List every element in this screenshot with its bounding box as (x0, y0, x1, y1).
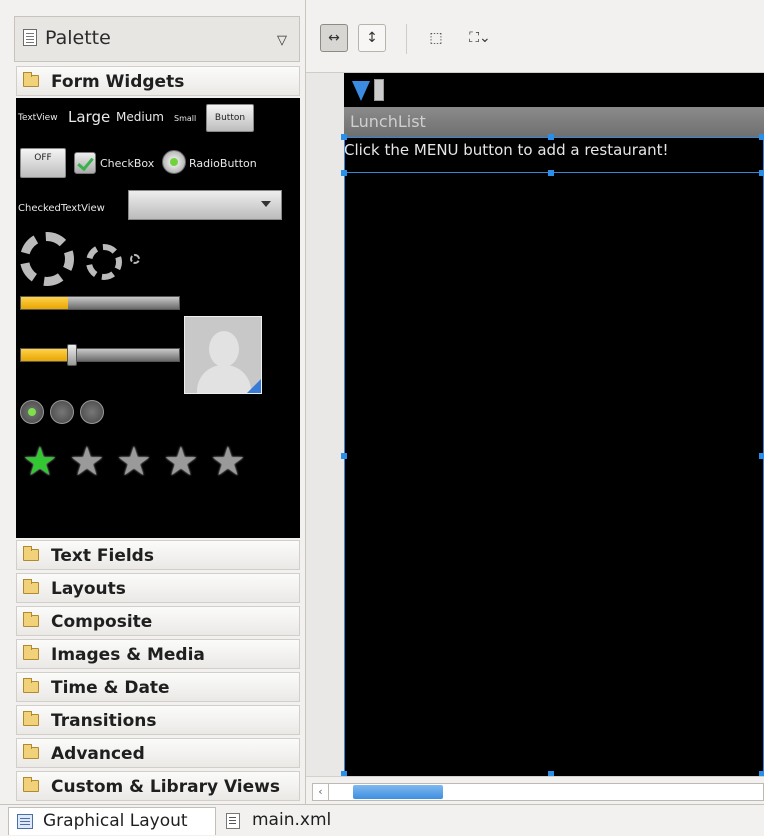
progress-large-icon (20, 232, 74, 286)
widget-spinner[interactable] (128, 190, 282, 220)
resize-handle[interactable] (548, 134, 554, 140)
form-widgets-preview: TextView Large Medium Small Button OFF C… (16, 98, 300, 538)
folder-icon (23, 711, 39, 726)
toolbar-separator (406, 24, 407, 54)
tab-graphical-layout[interactable]: Graphical Layout (8, 807, 216, 835)
tab-main-xml[interactable]: main.xml (218, 807, 348, 835)
widget-checked-textview[interactable]: CheckedTextView (18, 203, 105, 214)
layout-icon (17, 814, 33, 829)
resize-handle[interactable] (341, 134, 347, 140)
status-bar (344, 73, 764, 107)
widget-checkbox-label[interactable]: CheckBox (100, 157, 154, 170)
widget-medium-text[interactable]: Medium (116, 110, 164, 124)
category-label: Layouts (51, 579, 126, 599)
widget-small-text[interactable]: Small (174, 114, 196, 123)
xml-file-icon (226, 813, 240, 829)
signal-icon (352, 81, 370, 101)
category-label: Time & Date (51, 678, 170, 698)
category-transitions[interactable]: Transitions (16, 705, 300, 735)
app-title: LunchList (350, 112, 426, 131)
widget-image-view[interactable] (184, 316, 262, 394)
device-screen[interactable]: LunchList Click the MENU button to add a… (341, 73, 764, 777)
palette-header[interactable]: Palette ▽ (14, 16, 300, 62)
fill-width-button[interactable]: ↔ (320, 24, 348, 52)
battery-icon (374, 79, 384, 101)
scroll-track[interactable]: ‹ (312, 783, 764, 801)
star-icon[interactable]: ★ (210, 442, 246, 482)
checkbox-icon[interactable] (74, 152, 96, 174)
category-label: Form Widgets (51, 72, 185, 92)
page-dot-icon (80, 400, 104, 424)
resize-handle[interactable] (759, 453, 764, 459)
zoom-fit-button[interactable]: ⬚ (422, 24, 450, 52)
category-form-widgets[interactable]: Form Widgets (16, 66, 300, 96)
resize-handle[interactable] (759, 134, 764, 140)
folder-icon (23, 744, 39, 759)
folder-icon (23, 678, 39, 693)
category-label: Advanced (51, 744, 145, 764)
folder-open-icon (23, 72, 39, 87)
layout-canvas: LunchList Click the MENU button to add a… (306, 72, 764, 777)
category-label: Transitions (51, 711, 157, 731)
category-label: Custom & Library Views (51, 777, 280, 797)
widget-toggle-button[interactable]: OFF (20, 148, 66, 178)
fill-height-button[interactable]: ↕ (358, 24, 386, 52)
page-dot-icon (50, 400, 74, 424)
star-icon[interactable]: ★ (116, 442, 152, 482)
widget-radiobutton-label[interactable]: RadioButton (189, 157, 257, 170)
category-images-media[interactable]: Images & Media (16, 639, 300, 669)
zoom-menu-button[interactable]: ⛶⌄ (458, 24, 502, 52)
progress-small-icon (130, 254, 140, 264)
root-selection (344, 137, 764, 777)
palette-title: Palette (45, 27, 111, 49)
star-icon[interactable]: ★ (22, 442, 58, 482)
horizontal-scrollbar[interactable]: ‹ (306, 776, 764, 804)
widget-large-text[interactable]: Large (68, 108, 110, 126)
category-composite[interactable]: Composite (16, 606, 300, 636)
folder-icon (23, 546, 39, 561)
resize-handle[interactable] (341, 453, 347, 459)
category-text-fields[interactable]: Text Fields (16, 540, 300, 570)
star-icon[interactable]: ★ (69, 442, 105, 482)
palette-panel: Palette ▽ Form Widgets TextView Large Me… (0, 0, 306, 804)
layout-toolbar: ↔ ↕ ⬚ ⛶⌄ (306, 18, 764, 68)
star-icon[interactable]: ★ (163, 442, 199, 482)
scroll-left-icon[interactable]: ‹ (313, 784, 329, 800)
category-label: Images & Media (51, 645, 205, 665)
folder-icon (23, 579, 39, 594)
radio-button-icon[interactable] (162, 150, 186, 174)
category-custom-library-views[interactable]: Custom & Library Views (16, 771, 300, 801)
palette-icon (23, 29, 37, 46)
widget-progress-bar (20, 296, 180, 310)
resize-handle[interactable] (548, 170, 554, 176)
resize-handle[interactable] (759, 170, 764, 176)
category-advanced[interactable]: Advanced (16, 738, 300, 768)
page-dot-icon (20, 400, 44, 424)
folder-icon (23, 645, 39, 660)
tab-label: main.xml (252, 810, 332, 830)
scroll-thumb[interactable] (353, 785, 443, 799)
category-label: Composite (51, 612, 153, 632)
category-layouts[interactable]: Layouts (16, 573, 300, 603)
editor-tabs: Graphical Layout main.xml (0, 804, 764, 836)
resize-handle[interactable] (341, 170, 347, 176)
widget-seek-bar[interactable] (20, 344, 180, 366)
folder-icon (23, 612, 39, 627)
widget-button[interactable]: Button (206, 104, 254, 132)
category-time-date[interactable]: Time & Date (16, 672, 300, 702)
seek-thumb[interactable] (66, 344, 77, 366)
folder-icon (23, 777, 39, 792)
palette-menu-icon[interactable]: ▽ (277, 33, 287, 48)
category-label: Text Fields (51, 546, 154, 566)
widget-textview[interactable]: TextView (18, 113, 58, 123)
tab-label: Graphical Layout (43, 811, 188, 831)
progress-medium-icon (86, 244, 122, 280)
app-title-bar: LunchList (344, 107, 764, 137)
